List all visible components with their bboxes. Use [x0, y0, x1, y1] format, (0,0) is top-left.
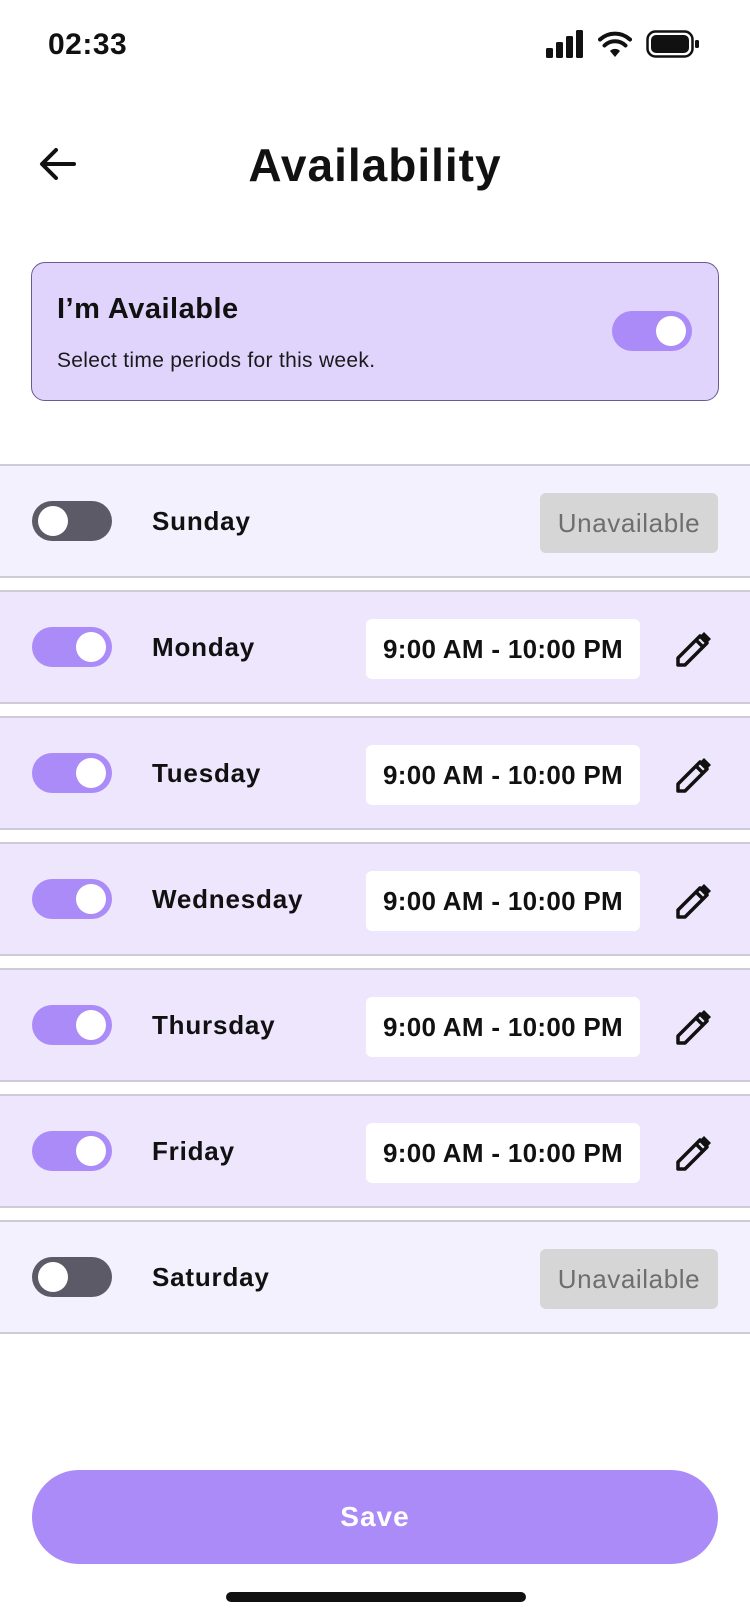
day-row-friday: Friday 9:00 AM - 10:00 PM [0, 1094, 750, 1208]
day-row-sunday: Sunday Unavailable [0, 464, 750, 578]
edit-wednesday-button[interactable] [672, 881, 714, 923]
save-button[interactable]: Save [32, 1470, 718, 1564]
day-row-tuesday: Tuesday 9:00 AM - 10:00 PM [0, 716, 750, 830]
time-range[interactable]: 9:00 AM - 10:00 PM [366, 871, 640, 931]
day-name: Saturday [152, 1262, 270, 1292]
pencil-icon [676, 1010, 711, 1045]
edit-friday-button[interactable] [672, 1133, 714, 1175]
day-row-wednesday: Wednesday 9:00 AM - 10:00 PM [0, 842, 750, 956]
day-name: Thursday [152, 1010, 276, 1040]
status-time: 02:33 [48, 28, 128, 61]
toggle-knob [76, 884, 106, 914]
wednesday-toggle[interactable] [32, 879, 112, 919]
thursday-toggle[interactable] [32, 1005, 112, 1045]
unavailable-badge: Unavailable [540, 1249, 718, 1309]
unavailable-badge: Unavailable [540, 493, 718, 553]
time-range[interactable]: 9:00 AM - 10:00 PM [366, 1123, 640, 1183]
availability-card: I’m Available Select time periods for th… [31, 262, 719, 401]
cellular-signal-icon [546, 30, 583, 58]
saturday-toggle[interactable] [32, 1257, 112, 1297]
home-indicator [226, 1592, 526, 1602]
tuesday-toggle[interactable] [32, 753, 112, 793]
time-range[interactable]: 9:00 AM - 10:00 PM [366, 619, 640, 679]
sunday-toggle[interactable] [32, 501, 112, 541]
day-name: Friday [152, 1136, 235, 1166]
pencil-icon [676, 758, 711, 793]
edit-tuesday-button[interactable] [672, 755, 714, 797]
day-row-saturday: Saturday Unavailable [0, 1220, 750, 1334]
toggle-knob [38, 1262, 68, 1292]
pencil-icon [676, 1136, 711, 1171]
day-name: Monday [152, 632, 256, 662]
pencil-icon [676, 884, 711, 919]
available-toggle[interactable] [612, 311, 692, 351]
friday-toggle[interactable] [32, 1131, 112, 1171]
availability-card-title: I’m Available [57, 293, 239, 325]
availability-card-subtitle: Select time periods for this week. [57, 349, 376, 372]
toggle-knob [76, 758, 106, 788]
pencil-icon [676, 632, 711, 667]
time-range[interactable]: 9:00 AM - 10:00 PM [366, 745, 640, 805]
status-icons [546, 30, 700, 58]
day-row-monday: Monday 9:00 AM - 10:00 PM [0, 590, 750, 704]
toggle-knob [76, 632, 106, 662]
toggle-knob [76, 1136, 106, 1166]
monday-toggle[interactable] [32, 627, 112, 667]
battery-icon [646, 30, 699, 58]
page-title: Availability [248, 139, 502, 191]
availability-screen: 02:33 Availability I’m Available Select … [0, 0, 750, 1624]
day-name: Tuesday [152, 758, 262, 788]
day-name: Sunday [152, 506, 251, 536]
toggle-knob [76, 1010, 106, 1040]
toggle-knob [656, 316, 686, 346]
day-name: Wednesday [152, 884, 304, 914]
edit-monday-button[interactable] [672, 629, 714, 671]
edit-thursday-button[interactable] [672, 1007, 714, 1049]
day-row-thursday: Thursday 9:00 AM - 10:00 PM [0, 968, 750, 1082]
wifi-icon [598, 31, 632, 57]
time-range[interactable]: 9:00 AM - 10:00 PM [366, 997, 640, 1057]
toggle-knob [38, 506, 68, 536]
